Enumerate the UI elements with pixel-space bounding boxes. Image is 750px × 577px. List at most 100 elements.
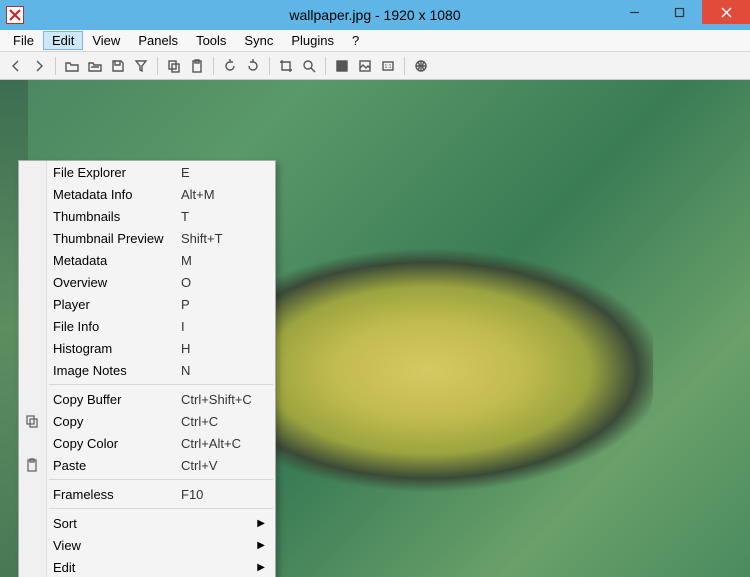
toolbar-separator bbox=[404, 57, 405, 75]
dd-label: Player bbox=[53, 297, 181, 312]
menu-help[interactable]: ? bbox=[343, 31, 368, 50]
menu-sync[interactable]: Sync bbox=[235, 31, 282, 50]
save-icon[interactable] bbox=[108, 56, 128, 76]
dd-label: File Explorer bbox=[53, 165, 181, 180]
dd-sort[interactable]: Sort ▶ bbox=[19, 512, 275, 534]
window-controls bbox=[612, 0, 750, 30]
app-icon bbox=[6, 6, 24, 24]
edit-dropdown-menu: File ExplorerE Metadata InfoAlt+M Thumbn… bbox=[18, 160, 276, 577]
dd-copy-buffer[interactable]: Copy BufferCtrl+Shift+C bbox=[19, 388, 275, 410]
toolbar-separator bbox=[157, 57, 158, 75]
dropdown-separator bbox=[49, 479, 273, 480]
dd-view[interactable]: View ▶ bbox=[19, 534, 275, 556]
dd-label: Metadata bbox=[53, 253, 181, 268]
toolbar: 1:1 bbox=[0, 52, 750, 80]
paste-icon bbox=[24, 457, 40, 473]
open-folder-alt-icon[interactable] bbox=[85, 56, 105, 76]
menu-plugins[interactable]: Plugins bbox=[282, 31, 343, 50]
dd-histogram[interactable]: HistogramH bbox=[19, 337, 275, 359]
dd-file-explorer[interactable]: File ExplorerE bbox=[19, 161, 275, 183]
dd-shortcut: H bbox=[181, 341, 190, 356]
toolbar-separator bbox=[325, 57, 326, 75]
dd-thumbnail-preview[interactable]: Thumbnail PreviewShift+T bbox=[19, 227, 275, 249]
dd-metadata[interactable]: MetadataM bbox=[19, 249, 275, 271]
minimize-button[interactable] bbox=[612, 0, 657, 24]
dd-label: Frameless bbox=[53, 487, 181, 502]
submenu-arrow-icon: ▶ bbox=[257, 562, 265, 573]
dd-label: Copy Color bbox=[53, 436, 181, 451]
one-to-one-icon[interactable]: 1:1 bbox=[378, 56, 398, 76]
forward-arrow-icon[interactable] bbox=[29, 56, 49, 76]
dd-label: Copy bbox=[53, 414, 181, 429]
dd-player[interactable]: PlayerP bbox=[19, 293, 275, 315]
menubar: File Edit View Panels Tools Sync Plugins… bbox=[0, 30, 750, 52]
dd-copy-color[interactable]: Copy ColorCtrl+Alt+C bbox=[19, 432, 275, 454]
dd-label: Thumbnails bbox=[53, 209, 181, 224]
dd-shortcut: Alt+M bbox=[181, 187, 215, 202]
toolbar-separator bbox=[269, 57, 270, 75]
close-button[interactable] bbox=[702, 0, 750, 24]
dd-shortcut: N bbox=[181, 363, 190, 378]
dd-copy[interactable]: CopyCtrl+C bbox=[19, 410, 275, 432]
dd-shortcut: Shift+T bbox=[181, 231, 223, 246]
dropdown-separator bbox=[49, 384, 273, 385]
dd-paste[interactable]: PasteCtrl+V bbox=[19, 454, 275, 476]
dd-label: Metadata Info bbox=[53, 187, 181, 202]
dd-shortcut: T bbox=[181, 209, 189, 224]
dd-shortcut: I bbox=[181, 319, 185, 334]
paste-icon[interactable] bbox=[187, 56, 207, 76]
crop-icon[interactable] bbox=[276, 56, 296, 76]
dd-thumbnails[interactable]: ThumbnailsT bbox=[19, 205, 275, 227]
dd-metadata-info[interactable]: Metadata InfoAlt+M bbox=[19, 183, 275, 205]
dd-shortcut: M bbox=[181, 253, 192, 268]
dd-shortcut: E bbox=[181, 165, 190, 180]
menu-view[interactable]: View bbox=[83, 31, 129, 50]
dd-shortcut: Ctrl+Alt+C bbox=[181, 436, 241, 451]
dropdown-separator bbox=[49, 508, 273, 509]
dd-label: Overview bbox=[53, 275, 181, 290]
dd-label: Edit bbox=[53, 560, 181, 575]
dd-label: Copy Buffer bbox=[53, 392, 181, 407]
back-arrow-icon[interactable] bbox=[6, 56, 26, 76]
submenu-arrow-icon: ▶ bbox=[257, 518, 265, 529]
dd-label: Histogram bbox=[53, 341, 181, 356]
menu-panels[interactable]: Panels bbox=[129, 31, 187, 50]
dd-label: Paste bbox=[53, 458, 181, 473]
submenu-arrow-icon: ▶ bbox=[257, 540, 265, 551]
rotate-ccw-icon[interactable] bbox=[220, 56, 240, 76]
dd-edit[interactable]: Edit ▶ bbox=[19, 556, 275, 577]
dd-shortcut: Ctrl+Shift+C bbox=[181, 392, 252, 407]
dd-shortcut: O bbox=[181, 275, 191, 290]
dd-label: File Info bbox=[53, 319, 181, 334]
titlebar[interactable]: wallpaper.jpg - 1920 x 1080 bbox=[0, 0, 750, 30]
dd-shortcut: F10 bbox=[181, 487, 203, 502]
dd-shortcut: P bbox=[181, 297, 190, 312]
dd-label: Image Notes bbox=[53, 363, 181, 378]
rotate-cw-icon[interactable] bbox=[243, 56, 263, 76]
toolbar-separator bbox=[55, 57, 56, 75]
menu-file[interactable]: File bbox=[4, 31, 43, 50]
svg-text:1:1: 1:1 bbox=[385, 64, 392, 70]
dd-file-info[interactable]: File InfoI bbox=[19, 315, 275, 337]
dd-frameless[interactable]: FramelessF10 bbox=[19, 483, 275, 505]
dd-image-notes[interactable]: Image NotesN bbox=[19, 359, 275, 381]
fullscreen-icon[interactable] bbox=[332, 56, 352, 76]
content-area: File ExplorerE Metadata InfoAlt+M Thumbn… bbox=[0, 80, 750, 577]
dd-label: Sort bbox=[53, 516, 181, 531]
save-filter-icon[interactable] bbox=[131, 56, 151, 76]
open-folder-icon[interactable] bbox=[62, 56, 82, 76]
dd-label: View bbox=[53, 538, 181, 553]
dd-label: Thumbnail Preview bbox=[53, 231, 181, 246]
dd-shortcut: Ctrl+C bbox=[181, 414, 218, 429]
globe-icon[interactable] bbox=[411, 56, 431, 76]
zoom-fit-icon[interactable] bbox=[299, 56, 319, 76]
menu-edit[interactable]: Edit bbox=[43, 31, 83, 50]
image-panel-icon[interactable] bbox=[355, 56, 375, 76]
menu-tools[interactable]: Tools bbox=[187, 31, 235, 50]
copy-icon bbox=[24, 413, 40, 429]
app-window: wallpaper.jpg - 1920 x 1080 File Edit Vi… bbox=[0, 0, 750, 577]
copy-icon[interactable] bbox=[164, 56, 184, 76]
maximize-button[interactable] bbox=[657, 0, 702, 24]
toolbar-separator bbox=[213, 57, 214, 75]
dd-overview[interactable]: OverviewO bbox=[19, 271, 275, 293]
